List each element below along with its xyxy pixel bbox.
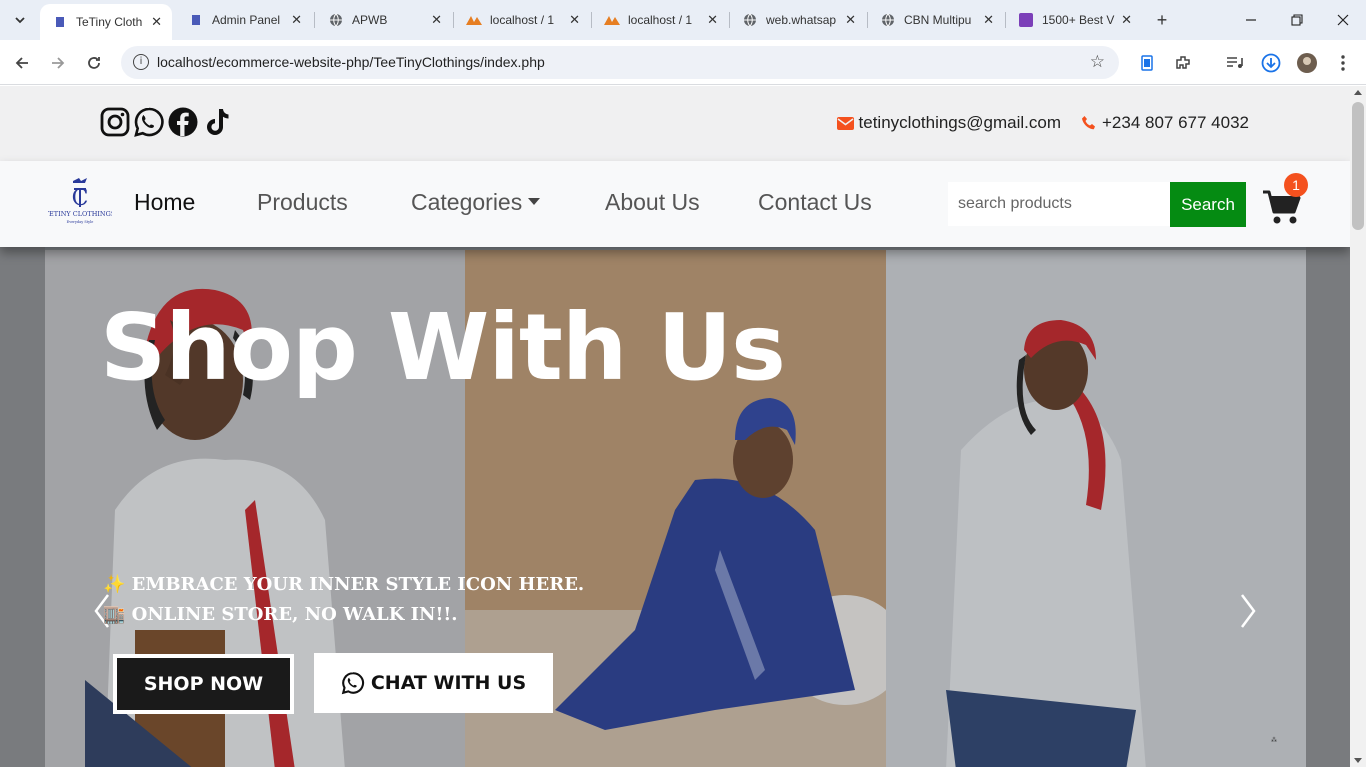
caret-down-icon [528, 198, 541, 206]
scroll-down-arrow[interactable] [1354, 758, 1362, 763]
tab-whatsapp[interactable]: web.whatsap ✕ [730, 4, 866, 36]
tab-localhost-2[interactable]: localhost / 1 ✕ [592, 4, 728, 36]
globe-icon [742, 12, 758, 28]
extensions-puzzle-icon[interactable] [1172, 52, 1194, 74]
contact-info: tetinyclothings@gmail.com +234 807 677 4… [836, 113, 1249, 133]
browser-toolbar: i localhost/ecommerce-website-php/TeeTin… [0, 40, 1366, 85]
close-tab-icon[interactable]: ✕ [151, 14, 162, 30]
tab-apwb[interactable]: APWB ✕ [316, 4, 452, 36]
arrow-left-icon [15, 57, 28, 69]
scroll-up-arrow[interactable] [1354, 90, 1362, 95]
photo-watermark: ⁂ [1271, 738, 1277, 744]
download-icon[interactable] [1260, 52, 1282, 74]
tab-admin-panel[interactable]: Admin Panel ✕ [176, 4, 312, 36]
tab-title: CBN Multipu [904, 13, 972, 27]
globe-icon [880, 12, 896, 28]
hero-tagline-1: ✨ EMBRACE YOUR INNER STYLE ICON HERE. [103, 574, 585, 595]
close-tab-icon[interactable]: ✕ [291, 12, 302, 28]
close-tab-icon[interactable]: ✕ [845, 12, 856, 28]
arrow-right-icon [52, 57, 65, 69]
tab-title: Admin Panel [212, 13, 281, 27]
colorlib-icon [1018, 12, 1034, 28]
tab-tetiny-clothing[interactable]: TeTiny Cloth ✕ [40, 4, 172, 40]
search-button[interactable]: Search [1170, 182, 1246, 227]
envelope-icon [836, 116, 854, 130]
info-icon[interactable]: i [133, 54, 149, 70]
cart-count-badge: 1 [1284, 173, 1308, 197]
browser-tab-strip: TeTiny Cloth ✕ Admin Panel ✕ APWB ✕ loca… [0, 0, 1366, 40]
tab-localhost-1[interactable]: localhost / 1 ✕ [454, 4, 590, 36]
browser-menu-icon[interactable] [1332, 52, 1354, 74]
tab-colorlib[interactable]: 1500+ Best V ✕ [1006, 4, 1142, 36]
email-text: tetinyclothings@gmail.com [858, 113, 1061, 132]
site-logo-icon [52, 14, 68, 30]
nav-categories-dropdown[interactable]: Categories [411, 189, 541, 216]
chevron-down-icon [15, 17, 25, 24]
back-button[interactable] [8, 49, 36, 77]
shop-now-button[interactable]: SHOP NOW [113, 654, 294, 714]
phpmyadmin-icon [466, 12, 482, 28]
tab-cbn[interactable]: CBN Multipu ✕ [868, 4, 1004, 36]
tab-title: APWB [352, 13, 388, 27]
nav-contact-us[interactable]: Contact Us [758, 189, 872, 216]
tetiny-clothings-logo[interactable]: C TETINY CLOTHINGS Everyday Style [48, 177, 112, 225]
web-page: tetinyclothings@gmail.com +234 807 677 4… [0, 86, 1350, 767]
nav-home[interactable]: Home [134, 189, 195, 216]
close-tab-icon[interactable]: ✕ [431, 12, 442, 28]
close-window-button[interactable] [1320, 8, 1366, 32]
profile-avatar[interactable] [1296, 52, 1318, 74]
tab-title: web.whatsap [766, 13, 837, 27]
close-tab-icon[interactable]: ✕ [1121, 12, 1132, 28]
facebook-icon[interactable] [167, 106, 199, 138]
social-links [99, 106, 233, 138]
address-bar[interactable]: i localhost/ecommerce-website-php/TeeTin… [121, 46, 1119, 79]
nav-products[interactable]: Products [257, 189, 348, 216]
phone-text: +234 807 677 4032 [1101, 113, 1249, 132]
bookmark-star-icon[interactable]: ☆ [1090, 52, 1105, 72]
nav-about-us[interactable]: About Us [605, 189, 700, 216]
hero-title: Shop With Us [100, 294, 786, 401]
instagram-icon[interactable] [99, 106, 131, 138]
phpmyadmin-icon [604, 12, 620, 28]
minimize-icon [1246, 19, 1256, 21]
whatsapp-icon[interactable] [133, 106, 165, 138]
email-contact[interactable]: tetinyclothings@gmail.com [836, 113, 1061, 133]
scrollbar-thumb[interactable] [1352, 102, 1364, 230]
media-control-icon[interactable] [1224, 52, 1246, 74]
restore-button[interactable] [1274, 8, 1320, 32]
reload-icon [88, 57, 100, 69]
svg-text:Everyday Style: Everyday Style [67, 220, 94, 224]
close-tab-icon[interactable]: ✕ [983, 12, 994, 28]
site-logo-icon [188, 12, 204, 28]
hero-tagline-2: 🏬 ONLINE STORE, NO WALK IN!!. [103, 604, 458, 625]
close-tab-icon[interactable]: ✕ [569, 12, 580, 28]
chat-with-us-button[interactable]: CHAT WITH US [314, 653, 553, 713]
phone-icon [1081, 116, 1095, 130]
reading-mode-icon[interactable] [1136, 52, 1158, 74]
forward-button[interactable] [44, 49, 72, 77]
svg-text:TETINY CLOTHINGS: TETINY CLOTHINGS [48, 210, 112, 218]
page-scrollbar[interactable] [1350, 86, 1366, 767]
new-tab-button[interactable]: + [1150, 8, 1174, 32]
close-icon [1337, 14, 1349, 26]
phone-contact[interactable]: +234 807 677 4032 [1081, 113, 1249, 133]
search-products-input[interactable] [948, 182, 1170, 226]
nav-categories-label: Categories [411, 189, 523, 215]
globe-icon [328, 12, 344, 28]
tab-title: localhost / 1 [628, 13, 693, 27]
tab-search-button[interactable] [6, 6, 34, 34]
whatsapp-icon [341, 672, 364, 695]
url-text[interactable]: localhost/ecommerce-website-php/TeeTinyC… [157, 54, 545, 70]
tiktok-icon[interactable] [201, 106, 233, 138]
close-tab-icon[interactable]: ✕ [707, 12, 718, 28]
tab-title: localhost / 1 [490, 13, 555, 27]
tab-title: TeTiny Cloth [76, 15, 143, 29]
carousel-next-arrow[interactable] [1238, 593, 1258, 629]
chat-with-us-label: CHAT WITH US [370, 672, 527, 694]
restore-icon [1291, 14, 1303, 26]
reload-button[interactable] [80, 49, 108, 77]
tab-title: 1500+ Best V [1042, 13, 1115, 27]
top-contact-bar: tetinyclothings@gmail.com +234 807 677 4… [0, 86, 1350, 161]
minimize-button[interactable] [1228, 8, 1274, 32]
